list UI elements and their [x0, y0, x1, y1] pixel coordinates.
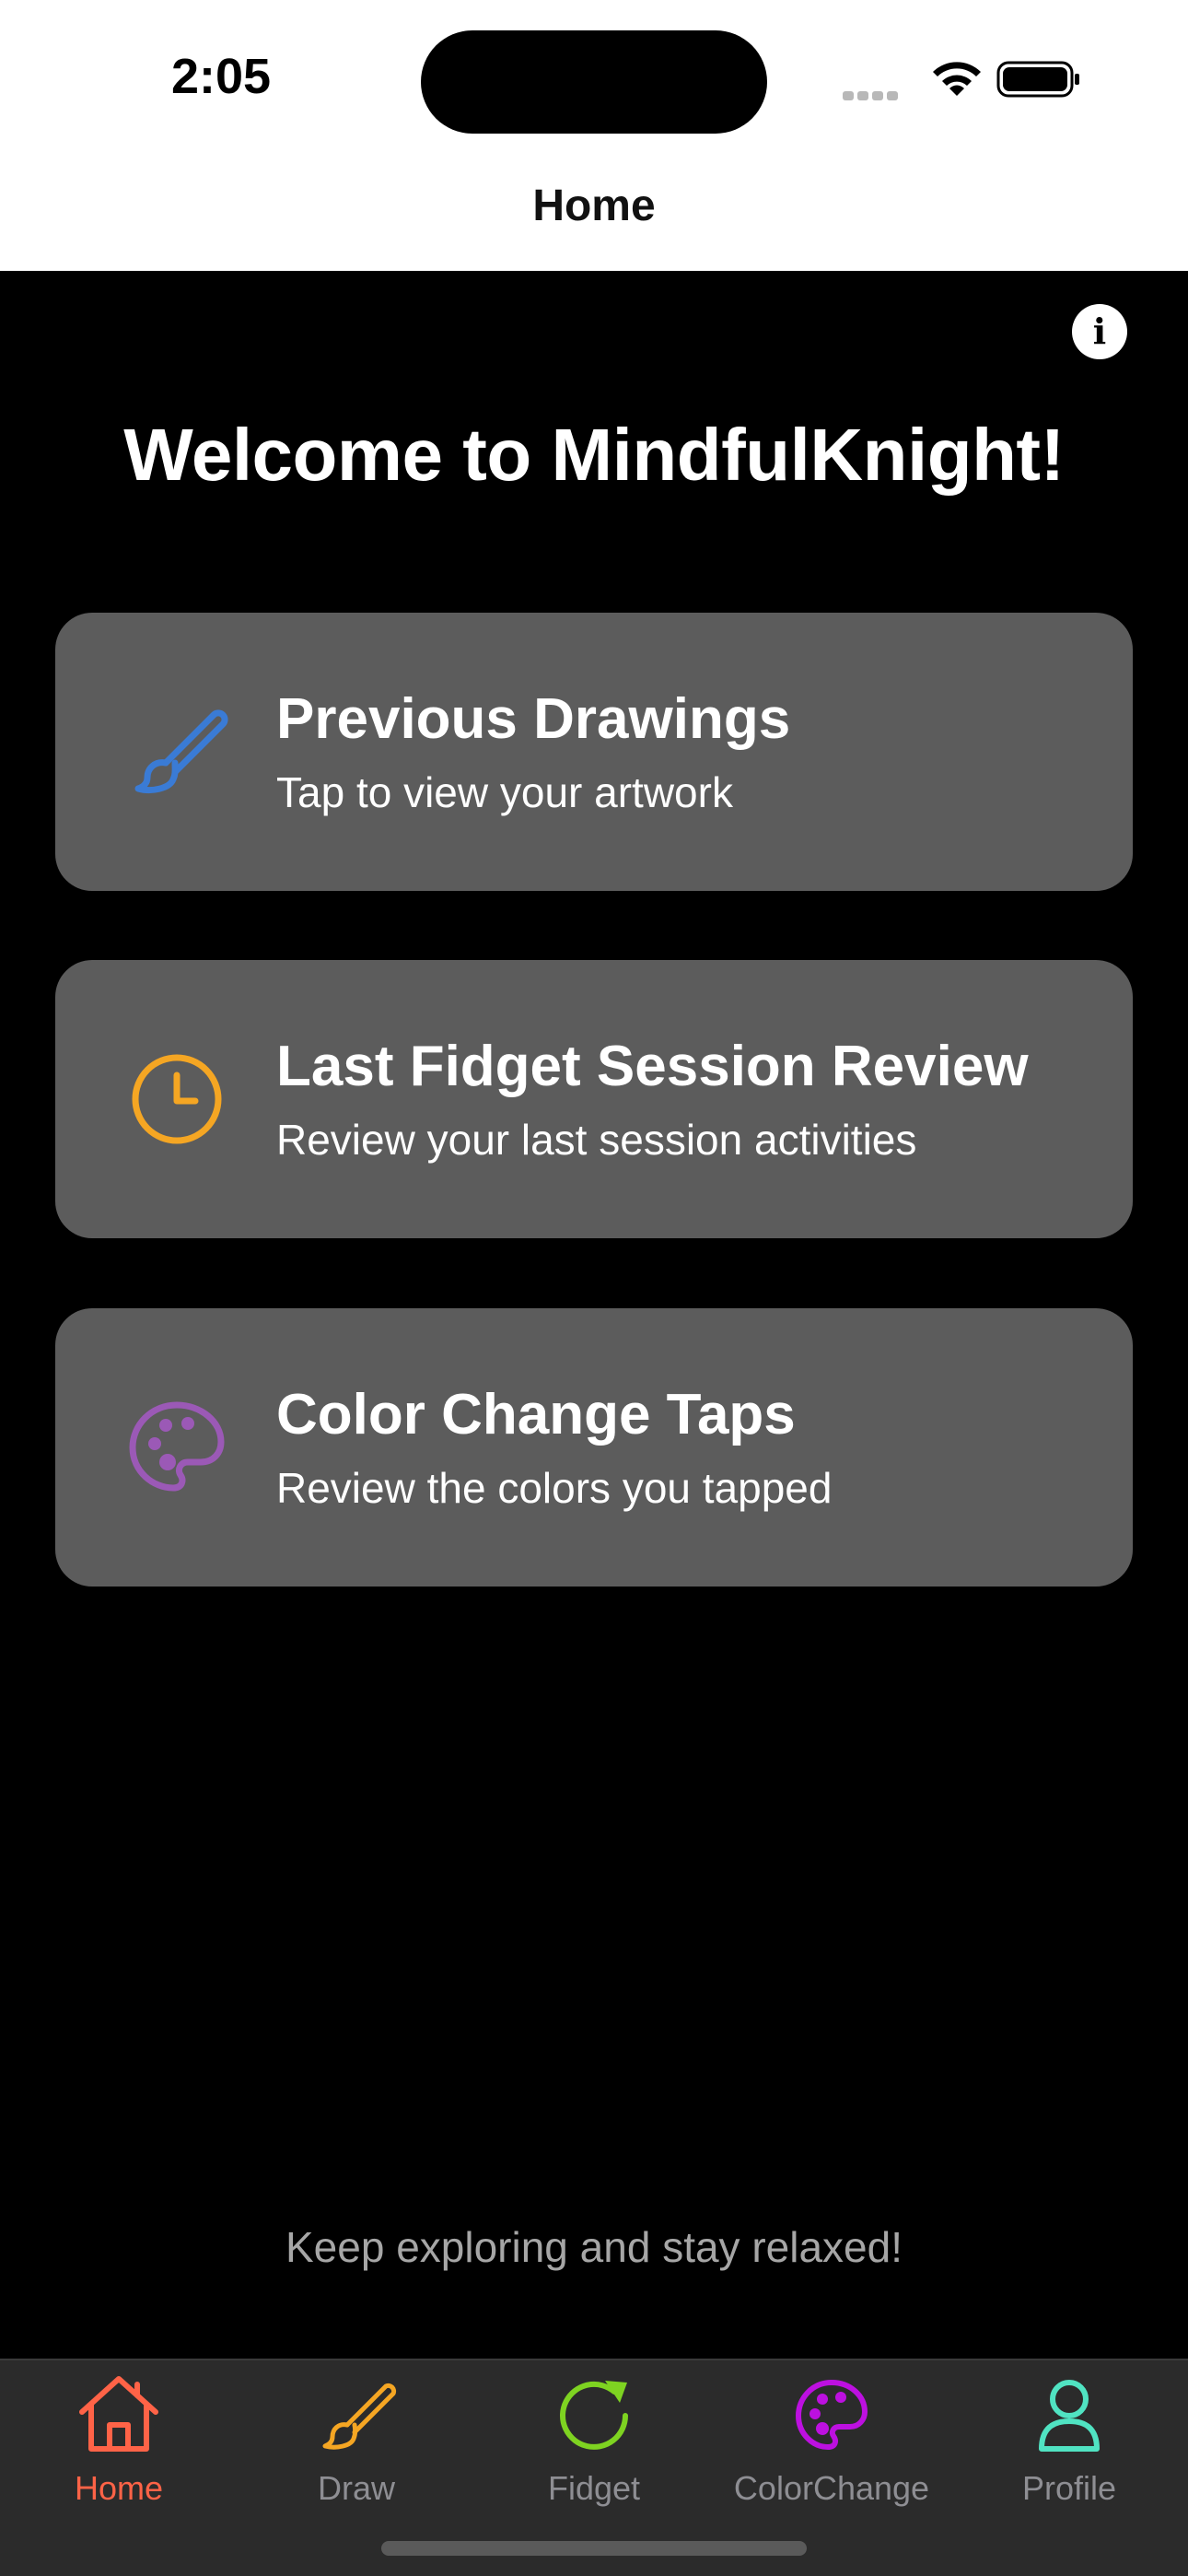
cellular-signal-icon: [843, 88, 907, 100]
card-subtitle: Review your last session activities: [276, 1116, 917, 1164]
tab-fidget[interactable]: Fidget: [475, 2360, 713, 2545]
refresh-icon: [560, 2381, 628, 2450]
welcome-heading: Welcome to MindfulKnight!: [123, 414, 1065, 496]
palette-icon: [129, 1401, 225, 1492]
card-subtitle: Tap to view your artwork: [276, 768, 733, 816]
home-icon: [79, 2376, 158, 2452]
status-icons: [838, 55, 1087, 101]
tab-profile[interactable]: Profile: [950, 2360, 1188, 2545]
paintbrush-icon: [322, 2383, 397, 2450]
dynamic-island: [421, 30, 767, 134]
tab-label: Fidget: [547, 2469, 641, 2507]
palette-icon: [796, 2380, 868, 2450]
page-title: Home: [532, 181, 656, 230]
clock-icon: [132, 1054, 222, 1144]
info-button[interactable]: i: [1072, 304, 1127, 359]
card-subtitle: Review the colors you tapped: [276, 1464, 833, 1512]
status-time: 2:05: [170, 49, 272, 104]
home-indicator[interactable]: [381, 2541, 807, 2556]
footer-message: Keep exploring and stay relaxed!: [285, 2223, 903, 2271]
tab-draw[interactable]: Draw: [238, 2360, 475, 2545]
card-title: Color Change Taps: [276, 1383, 796, 1446]
wifi-icon: [933, 62, 981, 96]
header-area: 2:05 Home: [0, 0, 1188, 271]
color-change-taps-card[interactable]: Color Change Taps Review the colors you …: [55, 1308, 1133, 1587]
last-fidget-session-card[interactable]: Last Fidget Session Review Review your l…: [55, 960, 1133, 1238]
tab-label: ColorChange: [733, 2469, 930, 2507]
tab-home[interactable]: Home: [0, 2360, 238, 2545]
previous-drawings-card[interactable]: Previous Drawings Tap to view your artwo…: [55, 613, 1133, 891]
tab-label: Home: [74, 2469, 164, 2507]
card-title: Previous Drawings: [276, 687, 791, 751]
person-icon: [1039, 2380, 1100, 2452]
tab-label: Profile: [1021, 2469, 1117, 2507]
info-icon: i: [1092, 310, 1107, 352]
tab-colorchange[interactable]: ColorChange: [713, 2360, 950, 2545]
card-title: Last Fidget Session Review: [276, 1035, 1029, 1098]
battery-icon: [996, 61, 1079, 98]
paintbrush-icon: [134, 709, 228, 794]
tab-label: Draw: [317, 2469, 395, 2507]
